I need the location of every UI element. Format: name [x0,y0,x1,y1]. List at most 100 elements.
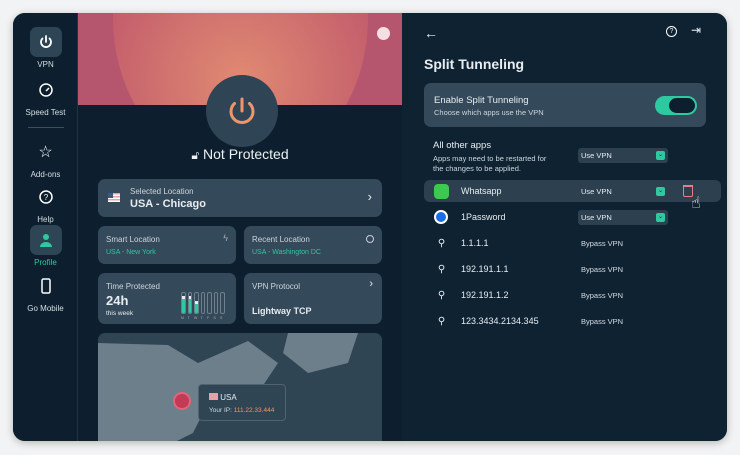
day-label: M [181,316,184,320]
app-row[interactable]: Whatsapp Use VPN ⌄ [424,180,721,202]
app-name: 1.1.1.1 [461,238,489,248]
all-apps-title: All other apps [433,140,492,151]
day-label: F [207,316,210,320]
app-row[interactable]: ⚲ 1.1.1.1 Bypass VPN [424,232,721,254]
country: USA [220,393,237,402]
card-label: Smart Location [106,235,160,244]
whatsapp-icon [434,183,449,199]
app-row[interactable]: 1Password Use VPN ⌄ [424,206,721,228]
day-bar [220,292,225,314]
sidebar-item-vpn[interactable]: VPN [13,27,78,69]
nav-label: Add-ons [30,170,61,179]
sidebar-item-add-ons[interactable]: ☆ Add-ons [13,137,78,179]
ip-label: Your IP: [209,407,232,414]
day-label: S [220,316,223,320]
day-label: T [187,316,190,320]
ip-value: 111.22.33.444 [233,407,275,414]
power-icon [29,27,62,57]
ip-tooltip: USA Your IP: 111.22.33.444 [198,384,286,421]
panel-title: Split Tunneling [424,56,525,72]
location-pin-icon: ⚲ [437,315,446,327]
1password-icon [434,210,448,224]
vpn-mode-dropdown[interactable]: Use VPN ⌄ [578,184,668,199]
app-name: 123.3434.2134.345 [461,316,539,326]
card-label: Time Protected [106,282,160,291]
palette-icon[interactable] [377,27,390,40]
card-label: Selected Location [130,187,194,196]
app-row[interactable]: ⚲ 192.191.1.1 Bypass VPN [424,258,721,280]
app-row[interactable]: ⚲ 192.191.1.2 Bypass VPN [424,284,721,306]
person-icon [29,225,62,255]
app-window: VPN Speed Test ☆ Add-ons ? Help Profile … [13,13,727,441]
sidebar-item-help[interactable]: ? Help [13,182,78,224]
power-icon [229,97,255,125]
day-label: W [194,316,198,320]
star-icon: ☆ [38,144,53,161]
enable-sub: Choose which apps use the VPN [434,108,544,117]
speedometer-icon [30,75,62,105]
location-pin-icon: ⚲ [437,289,446,301]
status-text: Not Protected [203,146,289,162]
location-marker[interactable] [175,394,189,408]
dropdown-value: Use VPN [581,151,612,160]
enable-title: Enable Split Tunneling [434,95,529,106]
location-pin-icon: ⚲ [437,263,446,275]
back-button[interactable]: ← [424,25,438,41]
all-apps-dropdown[interactable]: Use VPN ⌄ [578,148,668,163]
recent-location-value: USA - Washington DC [252,249,321,256]
split-tunneling-panel: ← ? ⇥ Split Tunneling Enable Split Tunne… [402,13,727,441]
all-apps-note: the changes to be applied. [433,164,521,173]
protocol-value: Lightway TCP [252,306,312,316]
svg-text:?: ? [43,193,48,202]
day-bar [181,292,186,314]
usa-flag-icon [108,193,120,202]
vpn-mode-dropdown[interactable]: Use VPN ⌄ [578,210,668,225]
sidebar-item-speed-test[interactable]: Speed Test [13,75,78,117]
nav-label: Speed Test [25,108,66,117]
help-icon[interactable]: ? [666,26,677,37]
vpn-mode: Bypass VPN [581,316,624,326]
vpn-mode: Bypass VPN [581,290,624,300]
app-name: Whatsapp [461,186,502,196]
sidebar: VPN Speed Test ☆ Add-ons ? Help Profile … [13,13,78,441]
chevron-right-icon: › [367,189,372,204]
split-tunneling-toggle[interactable] [655,96,697,115]
sidebar-item-go-mobile[interactable]: Go Mobile [13,271,78,313]
time-protected-card: Time Protected 24h this week MTWTFSS [98,273,236,324]
nav-label: Profile [34,258,57,267]
location-pin-icon: ⚲ [437,237,446,249]
map[interactable]: USA Your IP: 111.22.33.444 [98,333,382,441]
time-sub: this week [106,310,134,317]
chevron-right-icon: › [369,278,373,290]
lightning-icon: ϟ [223,233,228,243]
vpn-mode: Bypass VPN [581,238,624,248]
app-name: 192.191.1.1 [461,264,509,274]
day-label: S [213,316,216,320]
vpn-mode: Bypass VPN [581,264,624,274]
app-row[interactable]: ⚲ 123.3434.2134.345 Bypass VPN [424,310,721,332]
hand-cursor-icon: ☝︎ [691,195,701,212]
time-value: 24h [106,293,129,308]
day-label: T [200,316,203,320]
day-bar [187,292,192,314]
dropdown-value: Use VPN [581,213,612,222]
help-icon: ? [30,182,62,212]
vpn-protocol-card[interactable]: VPN Protocol Lightway TCP › [244,273,382,324]
smart-location-value: USA - New York [106,249,156,256]
app-name: 1Password [461,212,506,222]
protection-status: 🔓︎ Not Protected [78,146,402,163]
smart-location-card[interactable]: Smart Location USA - New York ϟ [98,226,236,264]
enable-split-card: Enable Split Tunneling Choose which apps… [424,83,706,127]
connect-button[interactable] [206,75,278,147]
day-bar [194,292,199,314]
divider [28,127,64,128]
day-bar [200,292,205,314]
recent-location-card[interactable]: Recent Location USA - Washington DC [244,226,382,264]
sidebar-item-profile[interactable]: Profile [13,225,78,267]
collapse-panel-icon[interactable]: ⇥ [691,23,701,37]
card-label: VPN Protocol [252,282,301,291]
day-bar [213,292,218,314]
dropdown-value: Use VPN [581,187,612,196]
selected-location-card[interactable]: Selected Location USA - Chicago › [98,179,382,217]
day-bar [207,292,212,314]
